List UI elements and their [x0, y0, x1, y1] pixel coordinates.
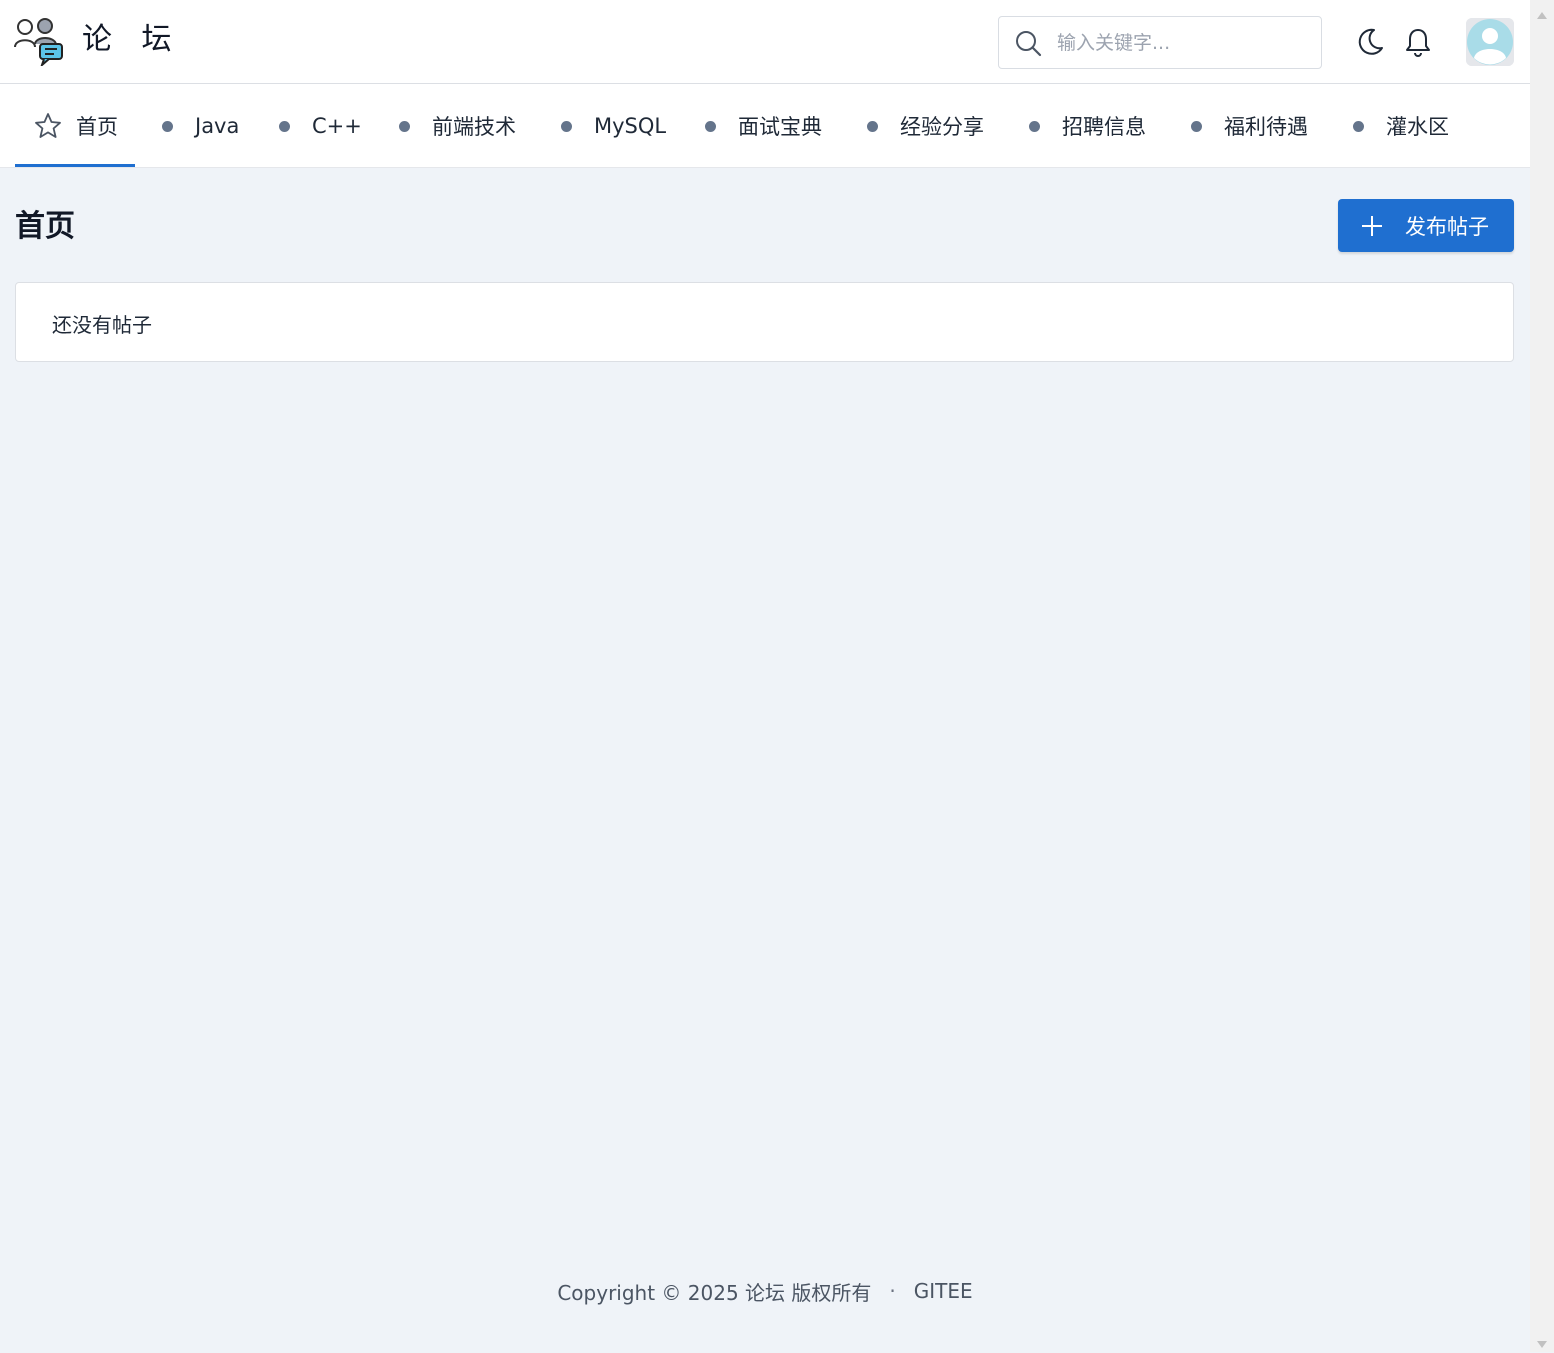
search-box — [998, 16, 1322, 69]
post-list-empty-card: 还没有帖子 — [15, 282, 1514, 362]
nav-item-java[interactable]: Java — [162, 84, 239, 168]
bullet-dot-icon — [279, 120, 290, 132]
scroll-down-arrow-icon[interactable] — [1537, 1334, 1547, 1348]
search-icon[interactable] — [1014, 29, 1042, 57]
top-header: 论 坛 — [0, 0, 1530, 84]
footer-separator: · — [889, 1279, 896, 1303]
footer: Copyright © 2025 论坛 版权所有 · GITEE — [0, 1274, 1530, 1308]
nav-item-jobs[interactable]: 招聘信息 — [1029, 84, 1146, 168]
category-nav: 首页 Java C++ 前端技术 MySQL 面试宝典 经验分享 招聘信息 福利… — [0, 84, 1530, 168]
site-title[interactable]: 论 坛 — [82, 20, 182, 60]
user-avatar[interactable] — [1466, 18, 1514, 66]
publish-post-label: 发布帖子 — [1405, 214, 1489, 239]
nav-item-benefits[interactable]: 福利待遇 — [1191, 84, 1308, 168]
nav-item-label: 灌水区 — [1386, 115, 1449, 139]
nav-item-home[interactable]: 首页 — [34, 84, 118, 168]
star-icon — [34, 112, 62, 140]
nav-item-label: 面试宝典 — [738, 115, 822, 139]
forum-logo-icon[interactable] — [14, 16, 64, 69]
bullet-dot-icon — [162, 120, 173, 132]
empty-state-text: 还没有帖子 — [52, 313, 152, 337]
nav-item-label: 福利待遇 — [1224, 115, 1308, 139]
nav-item-label: 经验分享 — [900, 115, 984, 139]
dark-mode-toggle-moon-icon[interactable] — [1354, 26, 1386, 58]
vertical-scrollbar[interactable] — [1530, 0, 1554, 1352]
active-tab-underline — [15, 164, 135, 167]
nav-item-cpp[interactable]: C++ — [279, 84, 362, 168]
bullet-dot-icon — [1191, 120, 1202, 132]
scroll-up-arrow-icon[interactable] — [1537, 4, 1547, 19]
notification-bell-icon[interactable] — [1402, 26, 1434, 58]
gitee-link[interactable]: GITEE — [914, 1279, 973, 1303]
publish-post-button[interactable]: 发布帖子 — [1338, 199, 1514, 252]
nav-item-label: MySQL — [594, 114, 667, 138]
nav-item-offtopic[interactable]: 灌水区 — [1353, 84, 1449, 168]
bullet-dot-icon — [705, 120, 716, 132]
search-input[interactable] — [1057, 25, 1307, 61]
nav-item-label: Java — [195, 114, 240, 138]
bullet-dot-icon — [1353, 120, 1364, 132]
page-title: 首页 — [15, 209, 75, 244]
bullet-dot-icon — [1029, 120, 1040, 132]
bullet-dot-icon — [399, 120, 410, 132]
bullet-dot-icon — [561, 120, 572, 132]
nav-item-mysql[interactable]: MySQL — [561, 84, 666, 168]
nav-item-interview[interactable]: 面试宝典 — [705, 84, 822, 168]
nav-item-experience[interactable]: 经验分享 — [867, 84, 984, 168]
copyright-text: Copyright © 2025 论坛 版权所有 — [557, 1280, 872, 1305]
nav-item-frontend[interactable]: 前端技术 — [399, 84, 516, 168]
nav-item-label: 首页 — [76, 115, 118, 139]
nav-item-label: 招聘信息 — [1062, 115, 1146, 139]
page: 论 坛 输入关键字... 首页 Java C++ 前端技术 MySQL 面试宝典… — [0, 0, 1530, 1352]
nav-item-label: 前端技术 — [432, 115, 516, 139]
bullet-dot-icon — [867, 120, 878, 132]
plus-icon — [1361, 215, 1383, 237]
nav-item-label: C++ — [312, 114, 362, 138]
